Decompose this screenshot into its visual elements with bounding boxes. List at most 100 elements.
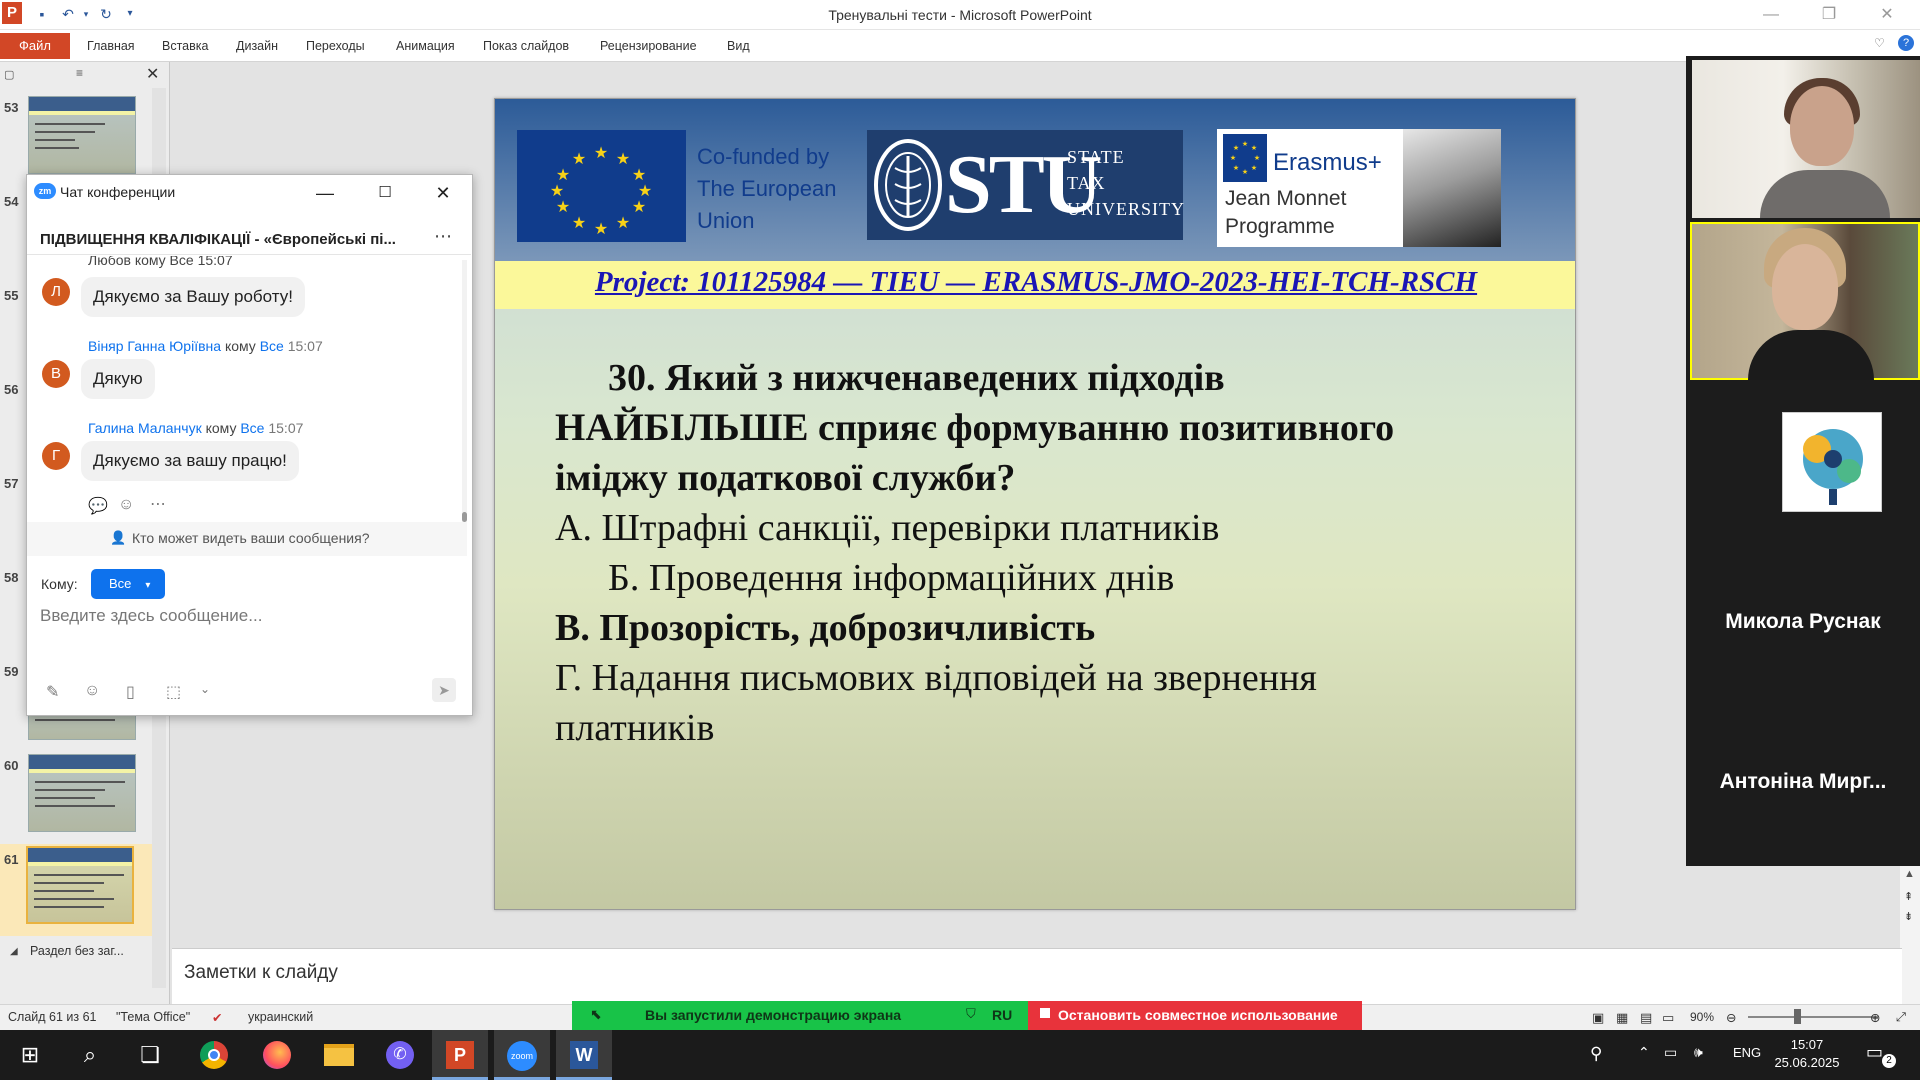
outline-view-icon[interactable]: ≡ bbox=[76, 66, 83, 80]
slide-thumbnail[interactable] bbox=[28, 754, 136, 832]
word-taskbar-icon[interactable]: W bbox=[556, 1030, 612, 1080]
people-icon[interactable]: ⚲ bbox=[1590, 1044, 1602, 1064]
tray-chevron-icon[interactable]: ⌃ bbox=[1638, 1044, 1650, 1061]
firefox-icon[interactable] bbox=[248, 1030, 304, 1080]
eu-flag-logo: ★ ★ ★ ★ ★ ★ ★ ★ ★ ★ ★ ★ bbox=[517, 130, 686, 242]
zoom-out-icon[interactable]: ⊖ bbox=[1726, 1010, 1736, 1025]
language-indicator[interactable]: украинский bbox=[248, 1010, 313, 1024]
cofunded-text: Co-funded by The European Union bbox=[697, 144, 837, 233]
tab-insert[interactable]: Вставка bbox=[162, 39, 208, 53]
recipient-select[interactable]: Все ▾ bbox=[91, 569, 165, 599]
help-icon[interactable]: ? bbox=[1898, 35, 1914, 51]
task-view-icon[interactable]: ❏ bbox=[122, 1030, 178, 1080]
scroll-up-icon[interactable]: ▲ bbox=[1904, 868, 1915, 880]
eu-flag-small-icon: ★ ★ ★ ★ ★ ★ ★ ★ bbox=[1223, 134, 1267, 182]
spellcheck-icon[interactable]: ✔ bbox=[212, 1010, 222, 1025]
volume-icon[interactable]: 🕪 bbox=[1694, 1044, 1703, 1061]
svg-text:★: ★ bbox=[616, 215, 630, 232]
more-options-chevron-icon[interactable]: ⌄ bbox=[200, 682, 210, 696]
slide-scrollbar[interactable] bbox=[1900, 860, 1920, 1010]
thumb-number-selected: 61 bbox=[4, 852, 19, 867]
stop-share-label[interactable]: Остановить совместное использование bbox=[1058, 1007, 1338, 1023]
input-language[interactable]: ENG bbox=[1733, 1045, 1761, 1060]
powerpoint-taskbar-icon[interactable]: P bbox=[432, 1030, 488, 1080]
svg-text:★: ★ bbox=[1242, 168, 1248, 176]
chrome-icon[interactable] bbox=[186, 1030, 242, 1080]
tab-review[interactable]: Рецензирование bbox=[600, 39, 697, 53]
search-icon[interactable]: ⌕ bbox=[62, 1030, 118, 1080]
send-icon[interactable]: ➤ bbox=[432, 678, 456, 702]
emoji-icon[interactable]: ☺ bbox=[84, 682, 100, 700]
notes-pane[interactable] bbox=[172, 948, 1902, 1004]
reply-icon[interactable]: 💬 bbox=[88, 496, 108, 516]
tab-home[interactable]: Главная bbox=[87, 39, 135, 53]
participant-avatar-image[interactable] bbox=[1782, 412, 1882, 512]
slides-view-icon[interactable]: ▢ bbox=[4, 68, 14, 81]
section-collapse-icon[interactable]: ◢ bbox=[10, 946, 18, 957]
tab-slideshow[interactable]: Показ слайдов bbox=[483, 39, 569, 53]
tab-transitions[interactable]: Переходы bbox=[306, 39, 365, 53]
close-window-icon[interactable]: ✕ bbox=[1864, 0, 1910, 30]
tab-view[interactable]: Вид bbox=[727, 39, 750, 53]
tab-design[interactable]: Дизайн bbox=[236, 39, 278, 53]
reaction-icon[interactable]: ☺ bbox=[118, 496, 134, 514]
svg-text:★: ★ bbox=[1254, 154, 1260, 162]
fit-slide-icon[interactable]: ⤢ bbox=[1896, 1010, 1906, 1025]
zoom-in-icon[interactable]: ⊕ bbox=[1870, 1010, 1880, 1025]
chat-sender-line: Галина Маланчук кому Все 15:07 bbox=[88, 420, 304, 436]
notes-placeholder[interactable]: Заметки к слайду bbox=[184, 962, 338, 984]
format-text-icon[interactable]: ✎ bbox=[46, 682, 59, 702]
svg-text:★: ★ bbox=[572, 151, 586, 168]
chat-maximize-icon[interactable]: ☐ bbox=[365, 176, 405, 210]
chat-window-title: Чат конференции bbox=[60, 184, 176, 200]
file-tab[interactable]: Файл bbox=[0, 33, 70, 59]
who-can-see-link[interactable]: Кто может видеть ваши сообщения? bbox=[132, 530, 370, 546]
notification-center-icon[interactable]: ▭ bbox=[1866, 1042, 1883, 1063]
slide-thumbnail[interactable] bbox=[28, 96, 136, 174]
svg-text:★: ★ bbox=[1251, 164, 1257, 172]
project-link[interactable]: Project: 101125984 — TIEU — ERASMUS-JMO-… bbox=[495, 266, 1575, 299]
chat-message-input[interactable]: Введите здесь сообщение... bbox=[40, 606, 450, 636]
battery-icon[interactable]: ▭ bbox=[1664, 1044, 1677, 1061]
section-label[interactable]: Раздел без заг... bbox=[30, 944, 124, 958]
reading-view-icon[interactable]: ▤ bbox=[1640, 1010, 1652, 1026]
chat-scrollbar-thumb[interactable] bbox=[462, 512, 467, 522]
message-more-icon[interactable]: ⋯ bbox=[150, 494, 166, 514]
zoom-slider[interactable] bbox=[1748, 1016, 1878, 1018]
minimize-window-icon[interactable]: — bbox=[1748, 0, 1794, 30]
thumb-number: 54 bbox=[4, 194, 19, 209]
to-label: Кому: bbox=[41, 576, 78, 592]
theme-name[interactable]: "Тема Office" bbox=[116, 1010, 190, 1024]
tab-animation[interactable]: Анимация bbox=[396, 39, 455, 53]
zoom-taskbar-icon[interactable]: zoom bbox=[494, 1030, 550, 1080]
windows-start-icon[interactable]: ⊞ bbox=[2, 1030, 58, 1080]
svg-text:★: ★ bbox=[1242, 140, 1248, 148]
previous-slide-icon[interactable]: ⇞ bbox=[1904, 890, 1913, 903]
close-pane-icon[interactable]: ✕ bbox=[146, 64, 159, 84]
thumb-number: 57 bbox=[4, 476, 19, 491]
chat-minimize-icon[interactable]: — bbox=[305, 176, 345, 210]
normal-view-icon[interactable]: ▣ bbox=[1592, 1010, 1604, 1026]
slide-canvas[interactable]: ★ ★ ★ ★ ★ ★ ★ ★ ★ ★ ★ ★ Co-funded by The European… bbox=[494, 98, 1576, 910]
restore-window-icon[interactable]: ❐ bbox=[1806, 0, 1852, 30]
chat-close-icon[interactable]: ✕ bbox=[423, 176, 463, 210]
screenshot-icon[interactable]: ⬚ bbox=[166, 682, 181, 702]
slideshow-view-icon[interactable]: ▭ bbox=[1662, 1010, 1674, 1026]
ribbon-collapse-icon[interactable]: ♡ bbox=[1874, 36, 1885, 50]
share-drag-icon[interactable]: ⬉ bbox=[590, 1006, 602, 1023]
slide-thumbnail-selected[interactable] bbox=[26, 846, 134, 924]
slide-sorter-icon[interactable]: ▦ bbox=[1616, 1010, 1628, 1026]
chat-scrollbar[interactable] bbox=[462, 260, 467, 522]
viber-icon[interactable]: ✆ bbox=[372, 1030, 428, 1080]
chat-divider bbox=[27, 254, 471, 255]
file-explorer-icon[interactable] bbox=[310, 1030, 366, 1080]
chat-sender-line: Віняр Ганна Юріївна кому Все 15:07 bbox=[88, 338, 323, 354]
chevron-down-icon: ▾ bbox=[145, 580, 151, 591]
zoom-slider-thumb[interactable] bbox=[1794, 1009, 1801, 1024]
clock[interactable]: 15:07 25.06.2025 bbox=[1772, 1036, 1842, 1072]
zoom-level[interactable]: 90% bbox=[1690, 1010, 1714, 1024]
file-attach-icon[interactable]: ▯ bbox=[126, 682, 135, 702]
next-slide-icon[interactable]: ⇟ bbox=[1904, 910, 1913, 923]
share-language[interactable]: RU bbox=[992, 1007, 1012, 1023]
conference-more-icon[interactable]: ⋯ bbox=[434, 226, 452, 247]
